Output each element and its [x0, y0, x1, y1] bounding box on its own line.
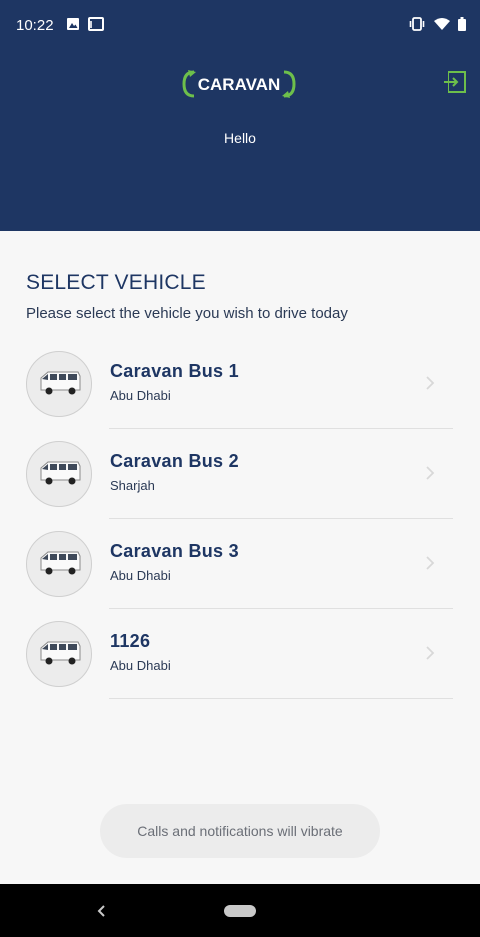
divider: [109, 518, 453, 519]
header: 10:22 CARAVAN Hello: [0, 0, 480, 231]
back-chevron-icon[interactable]: [96, 903, 108, 919]
vehicle-location: Abu Dhabi: [110, 568, 171, 583]
wifi-icon: [434, 18, 450, 30]
vehicle-name: Caravan Bus 3: [110, 541, 239, 561]
van-avatar: [26, 621, 92, 687]
van-icon: [40, 551, 81, 575]
logo-text: CARAVAN: [198, 75, 280, 94]
van-avatar: [26, 441, 92, 507]
divider: [109, 608, 453, 609]
vehicle-location: Abu Dhabi: [110, 388, 171, 403]
vehicle-name: Caravan Bus 1: [110, 361, 239, 381]
battery-icon: [458, 17, 466, 31]
van-icon: [40, 461, 81, 485]
page-subtitle: Please select the vehicle you wish to dr…: [26, 305, 348, 322]
chevron-right-icon: [426, 466, 435, 480]
caravan-logo: CARAVAN: [182, 70, 296, 98]
vehicle-selection: SELECT VEHICLE Please select the vehicle…: [0, 231, 480, 884]
van-avatar: [26, 531, 92, 597]
chevron-right-icon: [426, 376, 435, 390]
page-title: SELECT VEHICLE: [26, 271, 206, 294]
vehicle-location: Abu Dhabi: [110, 658, 171, 673]
divider: [109, 698, 453, 699]
van-avatar: [26, 351, 92, 417]
toast-message: Calls and notifications will vibrate: [100, 804, 380, 858]
exit-icon[interactable]: [443, 71, 466, 93]
status-time: 10:22: [16, 17, 54, 34]
vehicle-name: 1126: [110, 631, 151, 651]
vibrate-icon: [409, 17, 425, 31]
status-bar: 10:22: [0, 0, 480, 52]
divider: [109, 428, 453, 429]
navigation-bar: [0, 884, 480, 937]
vehicle-item[interactable]: Caravan Bus 3 Abu Dhabi: [0, 531, 480, 621]
chevron-right-icon: [426, 646, 435, 660]
gmail-icon: [88, 17, 104, 31]
vehicle-item[interactable]: 1126 Abu Dhabi: [0, 621, 480, 711]
vehicle-item[interactable]: Caravan Bus 1 Abu Dhabi: [0, 351, 480, 441]
chevron-right-icon: [426, 556, 435, 570]
image-icon: [67, 18, 79, 30]
vehicle-name: Caravan Bus 2: [110, 451, 239, 471]
greeting-text: Hello: [224, 130, 256, 146]
vehicle-item[interactable]: Caravan Bus 2 Sharjah: [0, 441, 480, 531]
van-icon: [40, 641, 81, 665]
van-icon: [40, 371, 81, 395]
vehicle-location: Sharjah: [110, 478, 155, 493]
home-pill-icon[interactable]: [224, 905, 256, 917]
